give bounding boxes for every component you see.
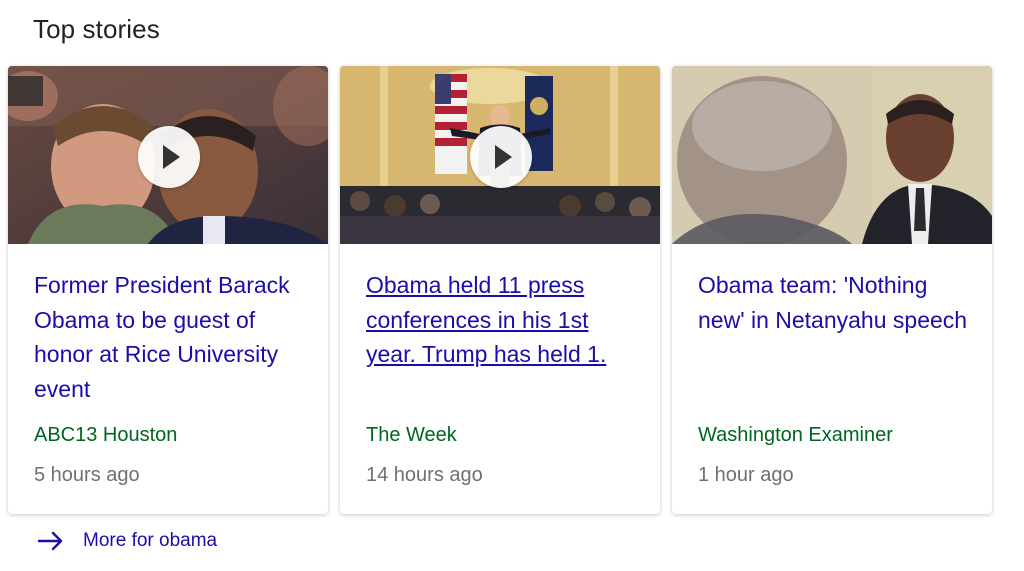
more-stories-label: More for obama [83,530,218,551]
story-card[interactable]: Former President Barack Obama to be gues… [8,66,328,514]
story-source: Washington Examiner [698,424,893,446]
section-title: Top stories [33,14,160,44]
story-headline-link[interactable]: Obama held 11 press conferences in his 1… [366,268,638,372]
story-source: The Week [366,424,457,446]
story-thumbnail-image [672,66,992,244]
story-source: ABC13 Houston [34,424,178,446]
story-time: 14 hours ago [366,464,483,486]
story-thumbnail[interactable] [672,66,992,244]
story-thumbnail[interactable] [8,66,328,244]
arrow-right-icon [38,531,63,551]
story-headline-link[interactable]: Former President Barack Obama to be gues… [34,268,306,406]
story-card[interactable]: Obama held 11 press conferences in his 1… [340,66,660,514]
story-card[interactable]: Obama team: 'Nothing new' in Netanyahu s… [672,66,992,514]
play-icon[interactable] [470,126,532,188]
story-time: 5 hours ago [34,464,140,486]
story-thumbnail[interactable] [340,66,660,244]
play-icon[interactable] [138,126,200,188]
more-stories-link[interactable]: More for obama [38,528,217,554]
story-headline-link[interactable]: Obama team: 'Nothing new' in Netanyahu s… [698,268,970,337]
story-time: 1 hour ago [698,464,794,486]
